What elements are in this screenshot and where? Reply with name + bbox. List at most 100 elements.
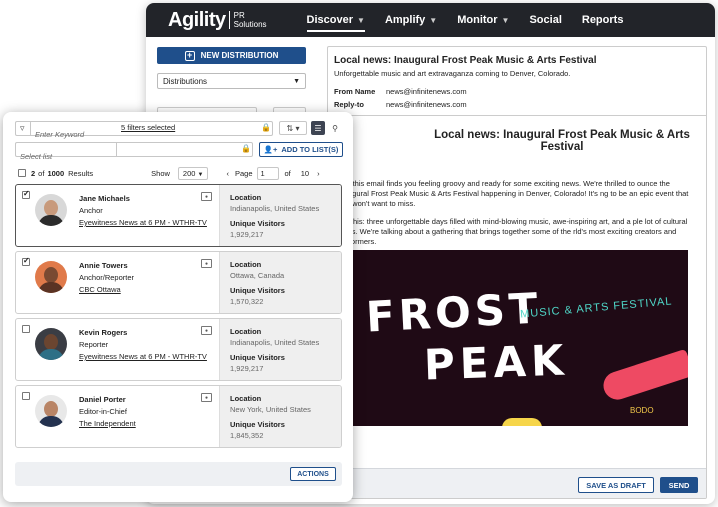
new-distribution-button[interactable]: + NEW DISTRIBUTION	[157, 47, 306, 64]
visitors-value: 1,570,322	[230, 297, 264, 306]
page-total: 10	[300, 168, 310, 178]
email-subject: Local news: Inaugural Frost Peak Music &…	[334, 55, 597, 66]
page-input[interactable]: 1	[256, 166, 279, 180]
location-value: New York, United States	[230, 405, 311, 414]
email-preview-text: Unforgettable music and art extravaganza…	[334, 69, 571, 78]
filter-icon[interactable]: ▿	[20, 123, 25, 134]
nav-item-reports[interactable]: Reports	[582, 3, 624, 37]
visitors-value: 1,929,217	[230, 364, 264, 373]
add-to-lists-button[interactable]: 👤+ ADD TO LIST(S)	[259, 142, 343, 157]
email-title: Local news: Inaugural Frost Peak Music &…	[434, 129, 690, 153]
contact-outlet-link[interactable]: Eyewitness News at 6 PM - WTHR-TV	[79, 218, 207, 227]
contact-card[interactable]: Daniel Porter Editor-in-Chief The Indepe…	[15, 385, 342, 448]
avatar	[35, 194, 67, 226]
location-label: Location	[230, 394, 262, 403]
show-label: Show	[151, 168, 170, 178]
results-label: Results	[68, 168, 94, 178]
prev-page-icon[interactable]: ‹	[226, 169, 229, 178]
avatar	[35, 395, 67, 427]
location-label: Location	[230, 260, 262, 269]
select-list-input[interactable]: Select list	[15, 142, 253, 161]
contact-stats: Location Ottawa, Canada Unique Visitors …	[219, 252, 341, 313]
agility-logo[interactable]: Agility PR Solutions	[168, 9, 267, 32]
nav-label: Reports	[581, 14, 624, 26]
media-list-window: ▿ Enter Keyword 5 filters selected 🔒 ⇅ ▾…	[3, 112, 353, 502]
email-footer: SAVE AS DRAFT SEND	[328, 468, 706, 498]
nav-label: Monitor	[457, 14, 498, 26]
contact-checkbox[interactable]	[22, 392, 30, 400]
send-button[interactable]: SEND	[660, 477, 698, 493]
chevron-down-icon: ▼	[501, 15, 510, 25]
add-person-icon: 👤+	[263, 145, 278, 154]
vcard-icon[interactable]: ●	[201, 393, 212, 402]
logo-text: Agility	[168, 8, 226, 31]
avatar	[35, 328, 67, 360]
nav-item-amplify[interactable]: Amplify ▼	[385, 3, 437, 37]
list-view-icon: ☰	[314, 123, 322, 133]
list-view-button[interactable]: ☰	[311, 121, 325, 135]
contact-card[interactable]: Kevin Rogers Reporter Eyewitness News at…	[15, 318, 342, 381]
contact-name[interactable]: Kevin Rogers	[79, 328, 127, 337]
contact-outlet-link[interactable]: Eyewitness News at 6 PM - WTHR-TV	[79, 352, 207, 361]
avatar-body	[38, 282, 64, 293]
lock-icon: 🔒	[241, 144, 251, 153]
page-of-label: of	[284, 168, 291, 178]
next-page-icon[interactable]: ›	[317, 169, 320, 178]
select-list-placeholder: Select list	[20, 152, 53, 161]
avatar-body	[38, 349, 64, 360]
select-all-checkbox[interactable]	[18, 169, 26, 177]
actions-button[interactable]: ACTIONS	[290, 467, 336, 481]
contact-outlet-link[interactable]: CBC Ottawa	[79, 285, 121, 294]
page-label: Page	[234, 168, 253, 178]
avatar-head	[44, 401, 58, 417]
contact-outlet-link[interactable]: The Independent	[79, 419, 136, 428]
vcard-icon[interactable]: ●	[201, 326, 212, 335]
keyword-input[interactable]: Enter Keyword	[30, 121, 116, 139]
reply-row: Reply-to news@infinitenews.com	[334, 100, 700, 109]
from-label: From Name	[334, 87, 376, 96]
poster-small-text: BODO	[630, 406, 654, 415]
sort-button[interactable]: ⇅ ▾	[279, 121, 307, 135]
show-count-select[interactable]: 200 ▼	[177, 166, 209, 180]
logo-subtext: PR Solutions	[234, 11, 267, 29]
avatar-body	[38, 416, 64, 427]
contact-info: Daniel Porter Editor-in-Chief The Indepe…	[16, 386, 219, 447]
contact-checkbox[interactable]	[22, 325, 30, 333]
contact-name[interactable]: Daniel Porter	[79, 395, 126, 404]
contact-name[interactable]: Annie Towers	[79, 261, 128, 270]
total-count: 1000	[47, 168, 65, 178]
contact-checkbox[interactable]	[22, 256, 30, 266]
contact-checkbox[interactable]	[22, 189, 30, 199]
distributions-select[interactable]: Distributions ▼	[157, 73, 306, 89]
contact-card[interactable]: Annie Towers Anchor/Reporter CBC Ottawa …	[15, 251, 342, 314]
contact-info: Annie Towers Anchor/Reporter CBC Ottawa …	[16, 252, 219, 313]
vcard-icon[interactable]: ●	[201, 259, 212, 268]
vcard-icon[interactable]: ●	[201, 192, 212, 201]
contact-info: Kevin Rogers Reporter Eyewitness News at…	[16, 319, 219, 380]
poster-peak-text: PEAK	[423, 335, 570, 390]
reply-value: news@infinitenews.com	[386, 100, 467, 109]
contact-card[interactable]: Jane Michaels Anchor Eyewitness News at …	[15, 184, 342, 247]
nav-item-social[interactable]: Social	[529, 3, 561, 37]
nav-item-monitor[interactable]: Monitor ▼	[457, 3, 509, 37]
results-toolbar: 2 of 1000 Results Show 200 ▼ ‹ Page 1 of…	[18, 166, 348, 180]
map-view-button[interactable]: ⚲	[328, 121, 342, 135]
visitors-value: 1,929,217	[230, 230, 264, 239]
visitors-label: Unique Visitors	[230, 286, 285, 295]
poster-shape	[502, 418, 542, 426]
contact-name[interactable]: Jane Michaels	[79, 194, 130, 203]
poster-frost-text: FROST	[364, 283, 543, 342]
sort-icon: ⇅ ▾	[286, 123, 300, 133]
chevron-down-icon: ▼	[293, 77, 300, 85]
logo-sub-line1: PR	[233, 11, 245, 20]
festival-poster-image: FROST MUSIC & ARTS FESTIVAL PEAK BODO	[328, 250, 688, 426]
chevron-down-icon: ▼	[197, 171, 204, 178]
location-value: Indianapolis, United States	[230, 338, 320, 347]
filters-selected-link[interactable]: 5 filters selected	[121, 123, 175, 132]
location-value: Indianapolis, United States	[230, 204, 320, 213]
contact-info: Jane Michaels Anchor Eyewitness News at …	[16, 185, 219, 246]
nav-item-discover[interactable]: Discover ▼	[306, 3, 366, 37]
save-as-draft-button[interactable]: SAVE AS DRAFT	[578, 477, 654, 493]
avatar-head	[44, 267, 58, 283]
add-to-lists-label: ADD TO LIST(S)	[281, 145, 339, 154]
